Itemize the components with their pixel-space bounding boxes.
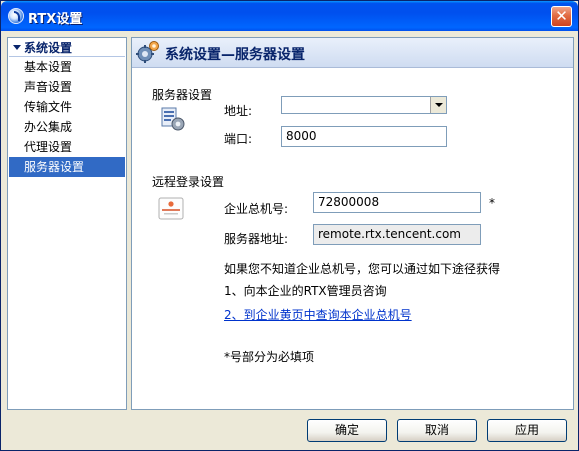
rtx-app-icon (8, 8, 24, 24)
close-button[interactable]: ✕ (551, 6, 572, 27)
sidebar-item-server[interactable]: 服务器设置 (9, 157, 125, 177)
sidebar-item-office-integration[interactable]: 办公集成 (9, 117, 125, 137)
port-input[interactable]: 8000 (281, 126, 447, 147)
title-bar[interactable]: RTX设置 ✕ (1, 1, 578, 31)
remote-group-label: 远程登录设置 (152, 175, 225, 189)
tree-root-system-settings[interactable]: 系统设置 (10, 39, 124, 57)
required-asterisk: * (489, 196, 495, 210)
dropdown-arrow-icon[interactable] (430, 97, 446, 113)
page-title: 系统设置—服务器设置 (165, 47, 305, 63)
window-title: RTX设置 (28, 12, 83, 27)
settings-content-panel: 系统设置—服务器设置 服务器设置 地址: 端口: 8000 远程登录设置 企业总… (131, 37, 574, 410)
sidebar-item-sound[interactable]: 声音设置 (9, 77, 125, 97)
ok-button[interactable]: 确定 (307, 419, 387, 442)
address-combobox[interactable] (281, 96, 447, 114)
settings-tree: 系统设置 基本设置 声音设置 传输文件 办公集成 代理设置 服务器设置 (7, 37, 127, 410)
server-group-divider (218, 91, 540, 92)
enterprise-number-input[interactable]: 72800008 (313, 192, 481, 213)
remote-group-divider (230, 178, 540, 179)
apply-button[interactable]: 应用 (487, 419, 567, 442)
server-settings-icon (161, 107, 185, 131)
enterprise-number-hint: 如果您不知道企业总机号，您可以通过如下途径获得 (224, 262, 501, 276)
sidebar-item-file-transfer[interactable]: 传输文件 (9, 97, 125, 117)
address-label: 地址: (224, 104, 253, 118)
yellow-pages-link[interactable]: 2、到企业黄页中查询本企业总机号 (224, 306, 412, 323)
enterprise-number-label: 企业总机号: (224, 202, 289, 216)
cancel-button[interactable]: 取消 (397, 419, 477, 442)
caret-down-icon (13, 45, 21, 50)
port-label: 端口: (224, 132, 253, 146)
required-note: *号部分为必填项 (224, 350, 315, 364)
gears-icon (136, 41, 159, 63)
server-address-label: 服务器地址: (224, 232, 289, 246)
server-address-field: remote.rtx.tencent.com (313, 224, 481, 245)
content-header: 系统设置—服务器设置 (132, 38, 573, 68)
remote-login-icon (158, 197, 184, 220)
server-group-label: 服务器设置 (152, 88, 213, 102)
rtx-settings-window: RTX设置 ✕ 系统设置 基本设置 声音设置 传输文件 办公集成 代理设置 服务… (0, 0, 579, 451)
sidebar-item-proxy[interactable]: 代理设置 (9, 137, 125, 157)
option-ask-admin: 1、向本企业的RTX管理员咨询 (224, 284, 387, 298)
tree-root-label: 系统设置 (24, 41, 73, 55)
sidebar-item-basic[interactable]: 基本设置 (9, 57, 125, 77)
